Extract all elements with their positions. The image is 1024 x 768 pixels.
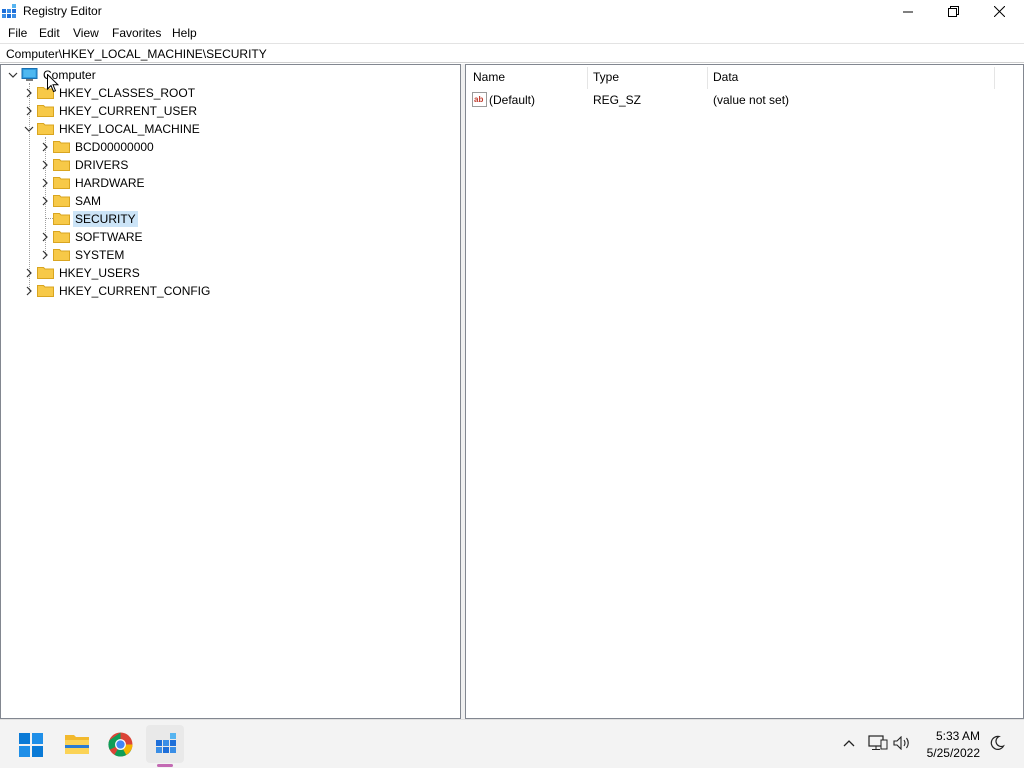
column-divider[interactable]: [994, 67, 995, 89]
address-path[interactable]: Computer\HKEY_LOCAL_MACHINE\SECURITY: [6, 47, 267, 61]
chevron-right-icon[interactable]: [24, 268, 34, 278]
chevron-right-icon[interactable]: [40, 196, 50, 206]
folder-icon: [53, 141, 70, 153]
chevron-right-icon[interactable]: [40, 142, 50, 152]
network-icon[interactable]: [868, 735, 888, 751]
chevron-right-icon[interactable]: [24, 106, 34, 116]
folder-icon: [37, 267, 54, 279]
value-name: (Default): [489, 93, 536, 107]
chevron-down-icon[interactable]: [24, 124, 34, 134]
registry-editor-app-icon: [2, 4, 16, 18]
volume-icon[interactable]: [893, 736, 911, 750]
tree-item-label[interactable]: SOFTWARE: [73, 229, 145, 245]
title-bar: Registry Editor: [0, 0, 1024, 23]
tree-item-label[interactable]: DRIVERS: [73, 157, 130, 173]
registry-editor-icon[interactable]: [155, 733, 177, 755]
column-header-data[interactable]: Data: [706, 65, 994, 89]
folder-open-icon: [37, 123, 54, 135]
chevron-right-icon[interactable]: [24, 88, 34, 98]
chevron-right-icon[interactable]: [40, 250, 50, 260]
taskbar: 5:33 AM 5/25/2022: [0, 719, 1024, 768]
folder-icon: [53, 195, 70, 207]
tree-item-label[interactable]: SYSTEM: [73, 247, 126, 263]
menu-edit[interactable]: Edit: [39, 26, 60, 40]
tree-item-label[interactable]: HKEY_CLASSES_ROOT: [57, 85, 197, 101]
values-list-pane[interactable]: Name Type Data ab (Default) REG_SZ (valu…: [465, 64, 1024, 719]
chevron-right-icon[interactable]: [40, 160, 50, 170]
minimize-icon: [903, 11, 913, 12]
string-value-icon: ab: [472, 92, 487, 107]
close-icon: [993, 6, 1005, 17]
column-header-type[interactable]: Type: [586, 65, 706, 89]
tree-item-label[interactable]: HKEY_LOCAL_MACHINE: [57, 121, 202, 137]
tree-connector: [45, 218, 53, 219]
value-data: (value not set): [713, 93, 790, 107]
chrome-icon[interactable]: [108, 732, 133, 757]
chevron-right-icon[interactable]: [40, 178, 50, 188]
menu-favorites[interactable]: Favorites: [112, 26, 161, 40]
tree-item-label[interactable]: HARDWARE: [73, 175, 147, 191]
mouse-cursor-icon: [47, 74, 59, 93]
folder-icon: [53, 213, 70, 225]
clock-time[interactable]: 5:33 AM: [936, 729, 980, 743]
minimize-button[interactable]: [885, 0, 931, 23]
column-header-name[interactable]: Name: [466, 65, 586, 89]
menu-help[interactable]: Help: [172, 26, 197, 40]
folder-icon: [37, 105, 54, 117]
tree-item-label[interactable]: SAM: [73, 193, 103, 209]
restore-button[interactable]: [930, 0, 976, 23]
file-explorer-icon[interactable]: [64, 733, 90, 755]
folder-icon: [53, 177, 70, 189]
folder-icon: [53, 231, 70, 243]
tree-item-label[interactable]: HKEY_USERS: [57, 265, 142, 281]
tree-item-label-selected[interactable]: SECURITY: [73, 211, 138, 227]
tree-item-label[interactable]: HKEY_CURRENT_USER: [57, 103, 199, 119]
window-title: Registry Editor: [23, 4, 102, 18]
start-icon[interactable]: [19, 733, 43, 757]
svg-text:ab: ab: [474, 95, 483, 104]
focus-assist-icon[interactable]: [989, 735, 1005, 751]
chevron-up-icon[interactable]: [843, 739, 855, 747]
value-type: REG_SZ: [593, 93, 642, 107]
address-bar[interactable]: Computer\HKEY_LOCAL_MACHINE\SECURITY: [0, 43, 1024, 63]
chevron-right-icon[interactable]: [24, 286, 34, 296]
chevron-right-icon[interactable]: [40, 232, 50, 242]
folder-icon: [53, 249, 70, 261]
tree-item-label[interactable]: BCD00000000: [73, 139, 156, 155]
key-tree-pane[interactable]: Computer HKEY_CLASSES_ROOT HKEY_CURRENT_…: [0, 64, 461, 719]
folder-icon: [37, 285, 54, 297]
chevron-down-icon[interactable]: [8, 70, 18, 80]
menu-file[interactable]: File: [8, 26, 27, 40]
active-app-indicator: [157, 764, 173, 767]
menu-bar: File Edit View Favorites Help: [0, 23, 1024, 42]
clock-date[interactable]: 5/25/2022: [927, 746, 980, 760]
folder-icon: [53, 159, 70, 171]
computer-icon: [21, 68, 38, 81]
menu-view[interactable]: View: [73, 26, 99, 40]
close-button[interactable]: [976, 0, 1022, 23]
tree-item-label[interactable]: HKEY_CURRENT_CONFIG: [57, 283, 212, 299]
restore-icon: [947, 6, 959, 17]
